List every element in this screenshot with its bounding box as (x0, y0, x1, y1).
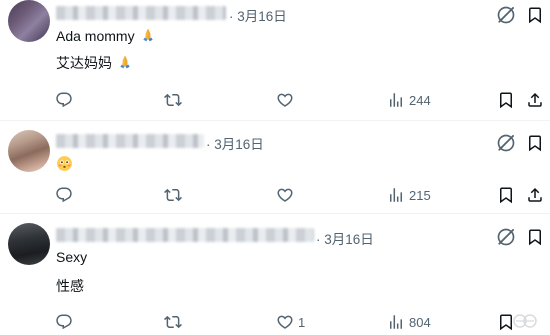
heart-icon (276, 91, 294, 109)
reply-button[interactable] (55, 311, 73, 333)
reply-button[interactable] (55, 89, 73, 111)
views-chart-icon (387, 313, 405, 331)
reply-icon (55, 313, 73, 331)
bookmark-button[interactable] (497, 89, 515, 111)
action-bar: 215 (0, 184, 550, 206)
reply-icon (55, 91, 73, 109)
post-text: Sexy (56, 249, 88, 265)
views-chart-icon (387, 91, 405, 109)
folded-hands-emoji-icon (117, 54, 133, 70)
post-text-line: Ada mommy (56, 27, 156, 44)
avatar[interactable] (8, 223, 50, 265)
post-text: 性感 (56, 278, 84, 294)
post-text: 艾达妈妈 (56, 55, 112, 71)
like-button[interactable] (276, 89, 294, 111)
blurred-username[interactable] (56, 228, 314, 242)
action-bar: 244 (0, 89, 550, 111)
folded-hands-emoji-icon (140, 27, 156, 43)
repost-button[interactable] (164, 184, 182, 206)
bookmark-icon[interactable] (526, 133, 544, 153)
post-text-line: 艾达妈妈 (56, 53, 133, 73)
grok-icon[interactable] (496, 133, 516, 153)
bookmark-button[interactable] (497, 184, 515, 206)
view-count: 804 (409, 314, 431, 330)
reply-post[interactable]: · 3月16日 215 (0, 120, 550, 213)
repost-icon (164, 313, 182, 331)
share-icon (526, 186, 544, 204)
like-button[interactable]: 1 (276, 311, 305, 333)
heart-icon (276, 313, 294, 331)
blurred-username[interactable] (56, 6, 226, 20)
grok-icon[interactable] (496, 227, 516, 247)
views-button[interactable]: 215 (387, 184, 431, 206)
avatar[interactable] (8, 0, 50, 42)
like-button[interactable] (276, 184, 294, 206)
reply-button[interactable] (55, 184, 73, 206)
post-text-line: Sexy (56, 249, 87, 265)
share-icon (526, 91, 544, 109)
repost-icon (164, 91, 182, 109)
repost-button[interactable] (164, 311, 182, 333)
post-text-line: 性感 (56, 276, 84, 296)
flushed-face-emoji-icon (56, 155, 73, 172)
reply-post[interactable]: · 3月16日 Ada mommy 艾达妈妈 244 (0, 0, 550, 120)
post-timestamp[interactable]: · 3月16日 (316, 228, 374, 248)
bookmark-icon (497, 186, 515, 204)
bookmark-icon[interactable] (526, 227, 544, 247)
like-count: 1 (298, 314, 306, 330)
heart-icon (276, 186, 294, 204)
views-chart-icon (387, 186, 405, 204)
blurred-username[interactable] (56, 134, 204, 148)
view-count: 244 (409, 92, 431, 108)
post-text-line (56, 155, 73, 172)
repost-icon (164, 186, 182, 204)
repost-button[interactable] (164, 89, 182, 111)
bookmark-icon (497, 91, 515, 109)
grok-icon[interactable] (496, 5, 516, 25)
post-timestamp[interactable]: · 3月16日 (206, 133, 264, 153)
post-timestamp[interactable]: · 3月16日 (229, 5, 287, 25)
watermark-icon (513, 314, 537, 328)
views-button[interactable]: 244 (387, 89, 431, 111)
share-button[interactable] (526, 89, 544, 111)
view-count: 215 (409, 187, 431, 203)
bookmark-icon[interactable] (526, 5, 544, 25)
reply-icon (55, 186, 73, 204)
post-text: Ada mommy (56, 28, 135, 44)
reply-post[interactable]: · 3月16日 Sexy 性感 1 804 (0, 213, 550, 335)
avatar[interactable] (8, 130, 50, 172)
views-button[interactable]: 804 (387, 311, 431, 333)
action-bar: 1 804 (0, 311, 550, 333)
share-button[interactable] (526, 184, 544, 206)
